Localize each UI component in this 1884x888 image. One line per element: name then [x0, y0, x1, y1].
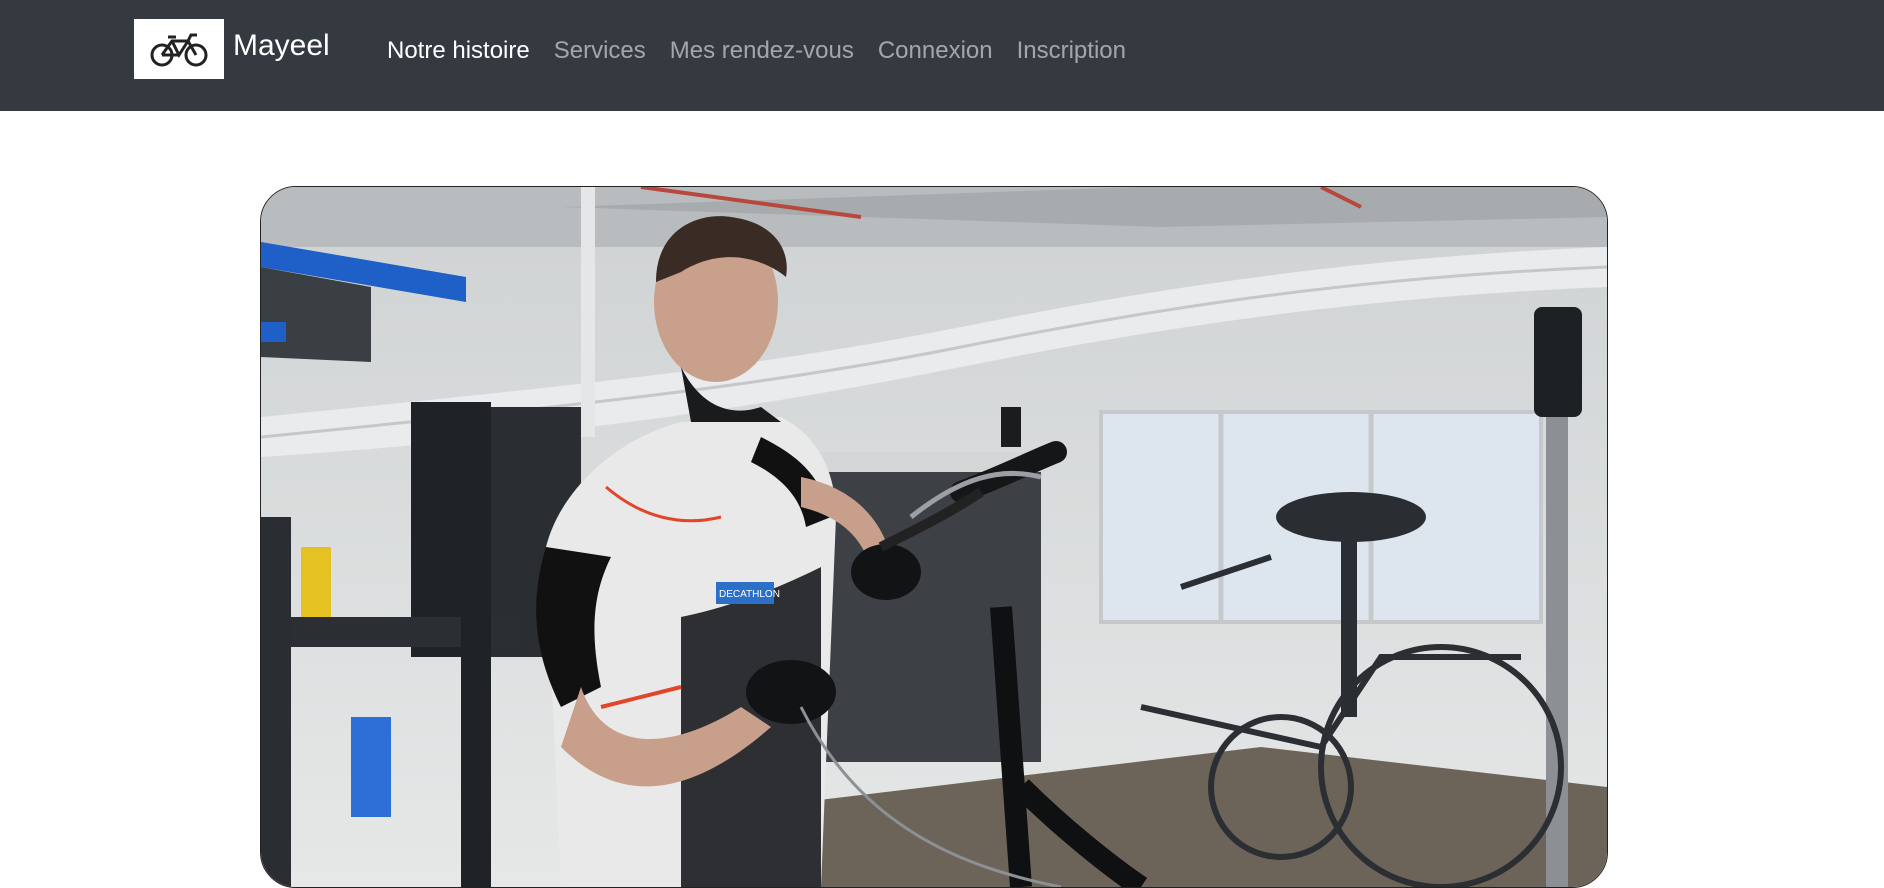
nav-link-inscription[interactable]: Inscription	[1017, 37, 1126, 65]
bike-mechanic-photo: DECATHLON	[261, 187, 1607, 887]
main-nav: Notre histoire Services Mes rendez-vous …	[387, 35, 1150, 67]
hero-image: DECATHLON	[260, 186, 1608, 888]
nav-link-notre-histoire[interactable]: Notre histoire	[387, 37, 530, 65]
nav-link-mes-rendez-vous[interactable]: Mes rendez-vous	[670, 37, 854, 65]
brand-link[interactable]: Mayeel	[134, 19, 330, 79]
nav-link-services[interactable]: Services	[554, 37, 646, 65]
brand-name: Mayeel	[233, 29, 330, 62]
top-navbar: Mayeel Notre histoire Services Mes rende…	[0, 0, 1884, 111]
bicycle-icon	[134, 19, 224, 79]
vest-badge-text: DECATHLON	[719, 589, 780, 600]
nav-link-connexion[interactable]: Connexion	[878, 37, 993, 65]
